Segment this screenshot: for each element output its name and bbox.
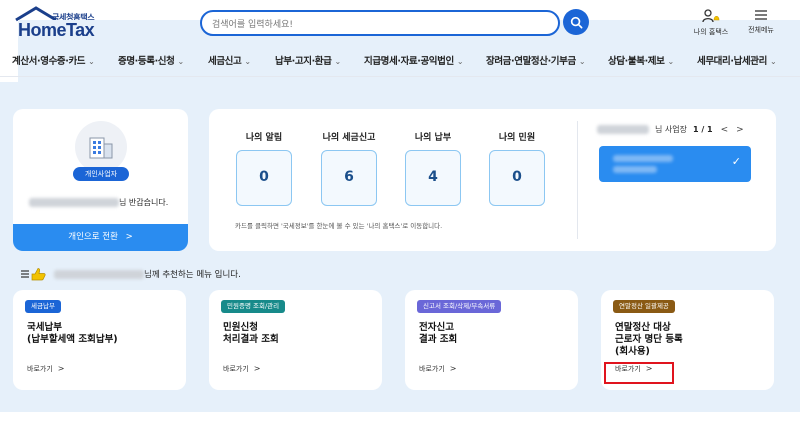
- check-icon: ✓: [731, 155, 741, 168]
- my-hometax-label: 나의 홈택스: [693, 28, 729, 36]
- business-pager: 1 / 1: [692, 125, 713, 134]
- redacted-business-name: [597, 125, 649, 134]
- switch-to-personal-button[interactable]: 개인으로 전환 >: [13, 224, 188, 251]
- redacted-user-name: [54, 269, 144, 279]
- menu-card-tax-payment[interactable]: 세금납부 국세납부 (납부할세액 조회납부) 바로가기 >: [13, 290, 186, 390]
- user-bell-icon: [702, 9, 720, 23]
- business-type-badge: 개인사업자: [73, 167, 129, 181]
- menu-tag: 민원증명 조회/관리: [221, 300, 286, 313]
- nav-item-statement[interactable]: 지급명세·자료·공익법인 ⌄: [364, 53, 464, 67]
- business-selector: 님 사업장 1 / 1 < >: [597, 124, 744, 135]
- chevron-down-icon: ⌄: [769, 57, 777, 66]
- chevron-down-icon: ⌄: [177, 57, 184, 66]
- shortcut-link[interactable]: 바로가기 >: [419, 364, 456, 374]
- menu-tag: 세금납부: [25, 300, 61, 313]
- redacted-business-line1: [613, 155, 673, 162]
- profile-card: 개인사업자 님 반갑습니다. 개인으로 전환 >: [13, 109, 188, 251]
- my-hometax-button[interactable]: 나의 홈택스: [686, 8, 736, 37]
- search-icon: [570, 16, 582, 28]
- menu-title: 연말정산 대상 근로자 명단 등록 (회사용): [615, 322, 683, 357]
- stats-note: 카드를 클릭하면 '국세정보'를 한눈에 볼 수 있는 '나의 홈택스'로 이동…: [235, 222, 443, 230]
- menu-tag: 연말정산 일괄제공: [613, 300, 675, 313]
- menu-card-e-filing-result[interactable]: 신고서 조회/삭제/부속서류 전자신고 결과 조회 바로가기 >: [405, 290, 578, 390]
- shortcut-link[interactable]: 바로가기 >: [223, 364, 260, 374]
- stat-petitions[interactable]: 나의 민원 0: [487, 130, 547, 206]
- greeting: 님 반갑습니다.: [29, 197, 168, 208]
- stat-notifications[interactable]: 나의 알림 0: [234, 130, 294, 206]
- building-icon: [89, 137, 113, 159]
- recommend-heading: 님께 추천하는 메뉴 입니다.: [20, 267, 241, 281]
- hometax-logo[interactable]: 국세청홈택스 HomeTax: [14, 6, 800, 350]
- avatar: [75, 121, 127, 173]
- stat-petitions-value[interactable]: 0: [489, 150, 545, 206]
- nav-item-tax-report[interactable]: 세금신고 ⌄: [208, 53, 251, 67]
- chevron-down-icon: ⌄: [456, 57, 464, 66]
- dashboard: 개인사업자 님 반갑습니다. 개인으로 전환 > 나의 알림 0 나의 세금신고…: [0, 82, 800, 412]
- nav-item-agent[interactable]: 세무대리·납세관리 ⌄: [697, 53, 777, 67]
- nav-item-invoice[interactable]: 계산서·영수증·카드 ⌄: [12, 53, 95, 67]
- nav-item-payment[interactable]: 납부·고지·환급 ⌄: [275, 53, 341, 67]
- search-box: [200, 10, 560, 36]
- chevron-right-icon: >: [449, 364, 457, 373]
- stat-tax-reports-value[interactable]: 6: [321, 150, 377, 206]
- prev-arrow-icon[interactable]: <: [721, 125, 729, 135]
- chevron-right-icon: >: [57, 364, 65, 373]
- highlight-box: [604, 362, 674, 384]
- nav-item-certificate[interactable]: 증명·등록·신청 ⌄: [118, 53, 184, 67]
- header: 국세청홈택스 HomeTax 나의 홈택스 전체메뉴: [0, 0, 800, 350]
- menu-title: 민원신청 처리결과 조회: [223, 322, 279, 345]
- nav-item-consult[interactable]: 상담·불복·제보 ⌄: [608, 53, 674, 67]
- stat-payments[interactable]: 나의 납부 4: [403, 130, 463, 206]
- menu-tag: 신고서 조회/삭제/부속서류: [417, 300, 502, 313]
- menu-card-petition-result[interactable]: 민원증명 조회/관리 민원신청 처리결과 조회 바로가기 >: [209, 290, 382, 390]
- stat-tax-reports[interactable]: 나의 세금신고 6: [319, 130, 379, 206]
- chevron-down-icon: ⌄: [578, 57, 586, 66]
- search-button[interactable]: [563, 9, 589, 35]
- redacted-business-line2: [613, 166, 657, 173]
- shortcut-link[interactable]: 바로가기 >: [27, 364, 64, 374]
- next-arrow-icon[interactable]: >: [736, 125, 744, 135]
- chevron-right-icon: >: [125, 232, 133, 242]
- stat-payments-value[interactable]: 4: [405, 150, 461, 206]
- selected-business-item[interactable]: ✓: [599, 146, 751, 182]
- search-input[interactable]: [212, 14, 542, 36]
- recommend-icon: [21, 268, 46, 281]
- hamburger-menu-icon: [755, 10, 767, 20]
- nav-divider: [0, 76, 800, 77]
- all-menu-button[interactable]: 전체메뉴: [736, 8, 786, 35]
- nav-item-incentive[interactable]: 장려금·연말정산·기부금 ⌄: [486, 53, 586, 67]
- chevron-down-icon: ⌄: [88, 57, 95, 66]
- menu-title: 전자신고 결과 조회: [419, 322, 458, 345]
- footer: [0, 412, 800, 431]
- chevron-down-icon: ⌄: [334, 57, 341, 66]
- my-status-card: 나의 알림 0 나의 세금신고 6 나의 납부 4 나의 민원 0 카드를 클릭…: [209, 109, 776, 251]
- menu-title: 국세납부 (납부할세액 조회납부): [27, 322, 118, 345]
- all-menu-label: 전체메뉴: [748, 26, 774, 34]
- card-divider: [577, 121, 578, 239]
- chevron-down-icon: ⌄: [244, 57, 251, 66]
- main-nav: 계산서·영수증·카드 ⌄ 증명·등록·신청 ⌄ 세금신고 ⌄ 납부·고지·환급 ⌄ 지급…: [0, 48, 800, 74]
- chevron-right-icon: >: [253, 364, 261, 373]
- stat-notifications-value[interactable]: 0: [236, 150, 292, 206]
- redacted-user-name: [29, 198, 119, 207]
- chevron-down-icon: ⌄: [667, 57, 674, 66]
